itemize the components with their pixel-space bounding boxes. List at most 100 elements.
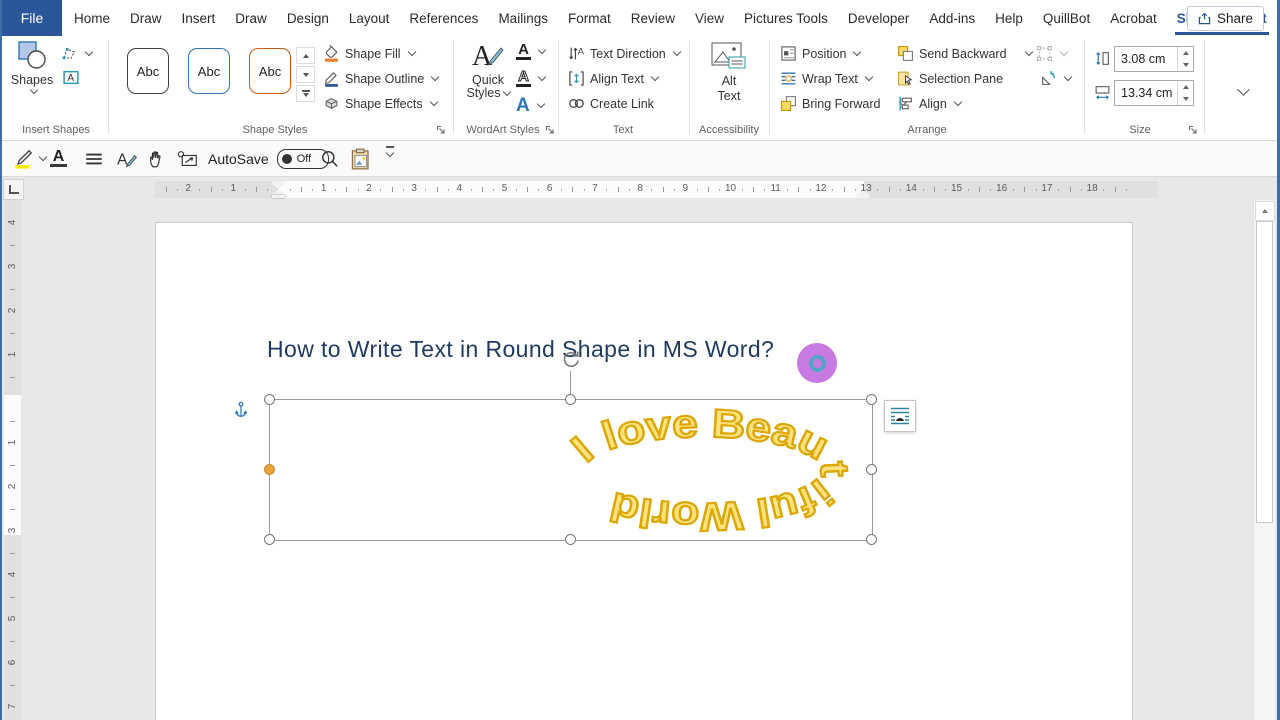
menu-tab-help[interactable]: Help <box>985 11 1033 26</box>
resize-handle-middle-left[interactable] <box>263 463 275 475</box>
menu-tab-references[interactable]: References <box>399 11 488 26</box>
shape-effects-button[interactable]: Shape Effects <box>323 92 438 115</box>
ruler-tick <box>1069 187 1071 192</box>
ruler-dot <box>561 189 562 191</box>
vertical-scrollbar[interactable] <box>1253 200 1275 720</box>
scrollbar-thumb[interactable] <box>1256 221 1273 523</box>
left-indent-marker[interactable] <box>272 195 285 198</box>
text-fill-button[interactable]: A <box>516 40 547 63</box>
vertical-ruler[interactable]: 4 3 2 1 1 2 3 4 5 6 7 <box>4 200 21 720</box>
resize-handle-bottom-left[interactable] <box>263 533 275 545</box>
menu-tab-mailings[interactable]: Mailings <box>488 11 558 26</box>
menu-tab-acrobat[interactable]: Acrobat <box>1100 11 1167 26</box>
font-color-button[interactable]: A <box>50 146 67 171</box>
shape-style-thumbnail-3[interactable]: Abc <box>249 48 291 94</box>
dialog-launcher-icon[interactable] <box>1188 125 1198 135</box>
menu-tab-insert[interactable]: Insert <box>172 11 226 26</box>
search-button[interactable] <box>320 146 340 171</box>
bring-forward-button[interactable]: Bring Forward <box>780 92 907 115</box>
ruler-dot <box>877 189 879 191</box>
horizontal-ruler[interactable]: 2 1 1 2 3 4 5 6 7 8 9 10 11 12 13 14 15 16 17 18 <box>155 181 1158 198</box>
send-backward-icon <box>898 46 913 61</box>
menu-tab-draw[interactable]: Draw <box>120 11 172 26</box>
menu-tab-home[interactable]: Home <box>64 11 120 26</box>
document-title-text[interactable]: How to Write Text in Round Shape in MS W… <box>267 336 774 363</box>
text-outline-button[interactable]: A <box>516 67 547 90</box>
menu-tab-view[interactable]: View <box>685 11 734 26</box>
shape-outline-button[interactable]: Shape Outline <box>323 67 440 90</box>
chevron-down-icon <box>1024 47 1033 57</box>
resize-handle-top-left[interactable] <box>263 393 275 405</box>
ruler-tick <box>255 187 257 192</box>
menu-tab-pictures-tools[interactable]: Pictures Tools <box>734 11 838 26</box>
edit-shape-button[interactable] <box>60 42 94 65</box>
menu-tab-developer[interactable]: Developer <box>838 11 920 26</box>
menu-tab-layout[interactable]: Layout <box>339 11 400 26</box>
menu-tab-format[interactable]: Format <box>558 11 621 26</box>
quick-styles-button[interactable]: A Quick Styles <box>462 40 514 100</box>
dialog-launcher-icon[interactable] <box>436 125 446 135</box>
scroll-up-button[interactable] <box>1255 201 1275 221</box>
align-text-button[interactable]: Align Text <box>568 67 660 90</box>
ruler-dot <box>990 189 992 191</box>
share-button[interactable]: Share <box>1186 6 1264 31</box>
draw-text-box-button[interactable]: A <box>62 66 80 89</box>
alt-text-label: Alt Text <box>717 74 741 103</box>
chevron-down-icon <box>672 47 681 57</box>
wordart-curved-text[interactable]: I love Beautiful World <box>500 375 900 555</box>
ruler-tick <box>481 187 483 192</box>
ruler-tick <box>165 187 167 192</box>
wrap-text-button[interactable]: Wrap Text <box>780 67 874 90</box>
email-button[interactable] <box>177 146 198 171</box>
text-direction-button[interactable]: A Text Direction <box>568 42 681 65</box>
collapse-ribbon-icon[interactable] <box>1237 83 1250 96</box>
group-divider <box>1204 40 1205 134</box>
ruler-tick <box>210 187 212 192</box>
menu-tab-quillbot[interactable]: QuillBot <box>1033 11 1100 26</box>
pan-hand-button[interactable] <box>147 146 166 171</box>
shape-width-input[interactable] <box>1115 81 1177 105</box>
file-tab[interactable]: File <box>2 0 62 36</box>
ruler-dot <box>1103 189 1105 191</box>
shape-fill-button[interactable]: Shape Fill <box>323 42 416 65</box>
paste-picture-button[interactable] <box>350 146 371 171</box>
menu-tab-review[interactable]: Review <box>621 11 685 26</box>
gallery-down-button[interactable] <box>296 66 315 83</box>
dialog-launcher-icon[interactable] <box>545 125 555 135</box>
width-spinner[interactable] <box>1177 81 1193 105</box>
text-effects-button[interactable]: A <box>516 94 545 117</box>
ruler-dot <box>651 189 653 191</box>
group-objects-button[interactable] <box>1036 42 1069 65</box>
chevron-down-icon <box>407 47 416 57</box>
gallery-up-button[interactable] <box>296 47 315 64</box>
menu-tab-add-ins[interactable]: Add-ins <box>919 11 985 26</box>
ruler-number: 8 <box>637 183 643 194</box>
ruler-dot <box>312 189 314 191</box>
rotate-handle[interactable] <box>561 349 581 369</box>
selection-pane-button[interactable]: Selection Pane <box>897 67 1003 90</box>
format-text-effects-button[interactable]: A <box>116 146 138 171</box>
send-backward-button[interactable]: Send Backward <box>897 42 1033 65</box>
shapes-button[interactable]: Shapes <box>8 40 56 95</box>
group-divider <box>769 40 770 134</box>
text-highlight-button[interactable] <box>12 146 48 171</box>
bring-forward-label: Bring Forward <box>802 96 881 111</box>
menu-tab-draw[interactable]: Draw <box>225 11 277 26</box>
position-button[interactable]: Position <box>780 42 862 65</box>
alt-text-button[interactable]: Alt Text <box>700 42 758 104</box>
height-spinner[interactable] <box>1177 47 1193 71</box>
align-button[interactable]: Align <box>897 92 963 115</box>
shape-style-thumbnail-1[interactable]: Abc <box>127 48 169 94</box>
shape-height-input[interactable] <box>1115 47 1177 71</box>
create-link-button[interactable]: Create Link <box>568 92 654 115</box>
gallery-more-button[interactable] <box>296 85 315 102</box>
more-commands-button[interactable] <box>385 146 395 171</box>
wrap-layout-icon <box>891 407 909 425</box>
menu-tab-design[interactable]: Design <box>277 11 339 26</box>
layout-options-button[interactable] <box>884 400 916 432</box>
shape-style-thumbnail-2[interactable]: Abc <box>188 48 230 94</box>
ruler-dot <box>538 189 540 191</box>
rotate-objects-button[interactable] <box>1040 67 1073 90</box>
justify-button[interactable] <box>84 146 104 171</box>
tab-stop-selector[interactable] <box>3 179 24 200</box>
